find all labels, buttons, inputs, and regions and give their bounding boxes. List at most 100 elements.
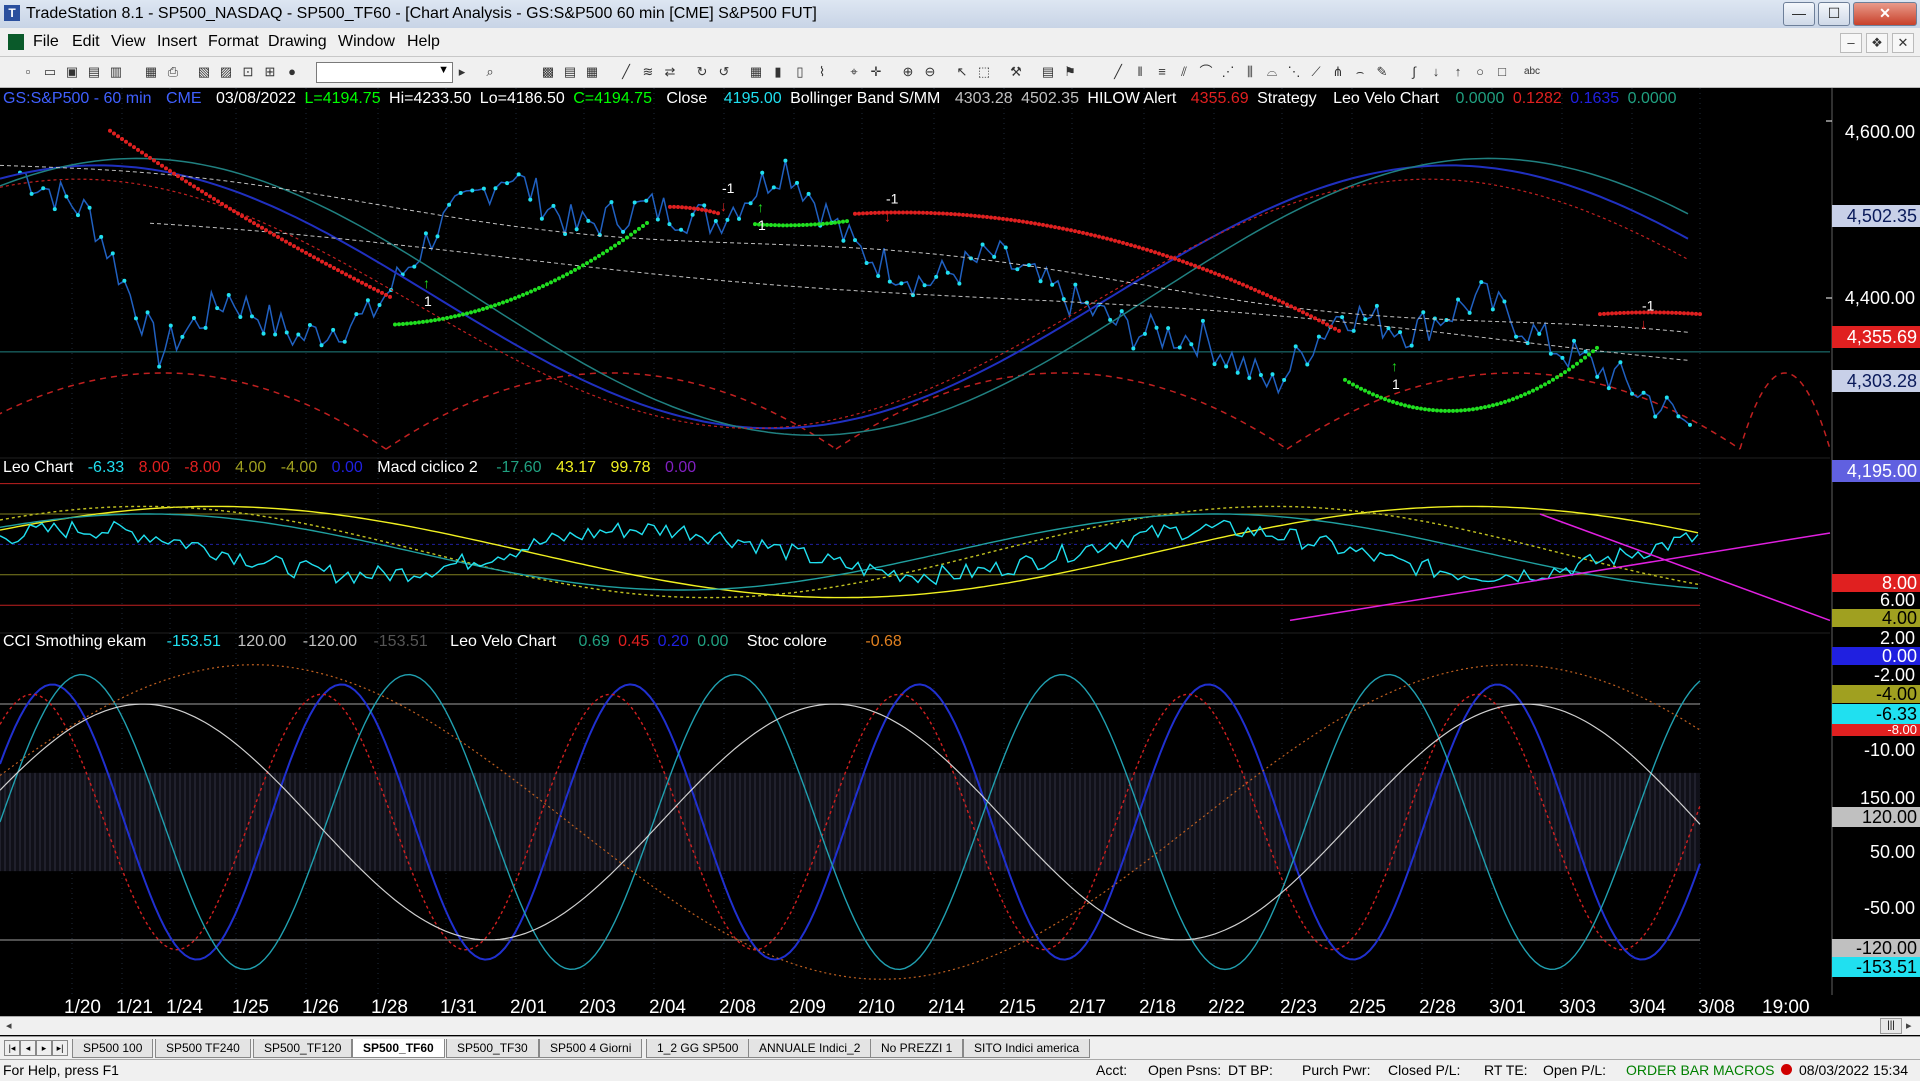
fib-icon[interactable]: ⫼ <box>1242 64 1258 80</box>
plugin-icon[interactable]: ● <box>284 64 300 80</box>
text-tool-icon[interactable]: abc <box>1520 64 1544 80</box>
alert-icon[interactable]: ⚑ <box>1062 64 1078 80</box>
menu-window[interactable]: Window <box>338 33 395 51</box>
rectangle-icon[interactable]: □ <box>1494 64 1510 80</box>
pitchfork-icon[interactable]: ⋔ <box>1330 64 1346 80</box>
sar-dot-red <box>1197 265 1201 270</box>
blue-up-arrow-icon[interactable]: ↑ <box>1450 64 1466 80</box>
sar-dot-red <box>1686 311 1690 316</box>
tab-1-2-gg-sp500[interactable]: 1_2 GG SP500 <box>646 1039 750 1058</box>
scroll-right-icon[interactable]: ▸ <box>1906 1019 1912 1032</box>
fan-icon[interactable]: ⋰ <box>1220 64 1236 80</box>
candle-icon[interactable]: ▯ <box>792 64 808 80</box>
last-tab-icon[interactable]: ▸| <box>52 1040 68 1056</box>
zoom-out-icon[interactable]: ⊖ <box>922 64 938 80</box>
channel-icon[interactable]: ⫽ <box>1176 64 1192 80</box>
save-all-icon[interactable]: ▥ <box>108 64 124 80</box>
tab-sp500-tf30[interactable]: SP500_TF30 <box>446 1039 539 1058</box>
vertical-lines-icon[interactable]: ‖ <box>1132 64 1148 80</box>
menu-help[interactable]: Help <box>407 33 440 51</box>
menu-view[interactable]: View <box>111 33 145 51</box>
tab-sp500-4-giorni[interactable]: SP500 4 Giorni <box>539 1039 643 1058</box>
maximize-button[interactable]: ☐ <box>1818 2 1850 26</box>
red-down-arrow-icon[interactable]: ↓ <box>1428 64 1444 80</box>
menu-drawing[interactable]: Drawing <box>268 33 327 51</box>
tab-annuale-indici-2[interactable]: ANNUALE Indici_2 <box>748 1039 872 1058</box>
line-chart-icon[interactable]: ⌇ <box>814 64 830 80</box>
chart-canvas[interactable]: 1 ↑ 1 ↑ 1 ↑ -1 ↓ -1 ↓ -1 ↓ <box>0 88 1920 998</box>
menu-file[interactable]: File <box>33 33 59 51</box>
trendline-tool-icon[interactable]: ╱ <box>618 64 634 80</box>
refresh-icon[interactable]: ↻ <box>694 64 710 80</box>
tab-no-prezzi-1[interactable]: No PREZZI 1 <box>870 1039 964 1058</box>
tab-sp500-tf120[interactable]: SP500_TF120 <box>253 1039 353 1058</box>
sar-dot-red <box>244 216 248 221</box>
chart-settings-icon[interactable]: ▩ <box>540 64 556 80</box>
close-button[interactable]: ✕ <box>1853 2 1917 26</box>
zoom-in-icon[interactable]: ⊕ <box>900 64 916 80</box>
tab-sp500-tf240[interactable]: SP500 TF240 <box>155 1039 251 1058</box>
ellipse-arc-icon[interactable]: ⌢ <box>1352 64 1368 80</box>
window-title: TradeStation 8.1 - SP500_NASDAQ - SP500_… <box>26 5 817 22</box>
crosshair-icon[interactable]: ✛ <box>868 64 884 80</box>
drawing-line-icon[interactable]: ╱ <box>1110 64 1126 80</box>
first-tab-icon[interactable]: |◂ <box>4 1040 20 1056</box>
cycle-icon[interactable]: ⌓ <box>1264 64 1280 80</box>
close-point <box>64 194 69 199</box>
tab-sp500-tf60[interactable]: SP500_TF60 <box>352 1039 445 1058</box>
data-window-icon[interactable]: ▤ <box>562 64 578 80</box>
gann-icon[interactable]: ⟋ <box>1308 64 1324 80</box>
menu-insert[interactable]: Insert <box>157 33 197 51</box>
horizontal-scrollbar[interactable]: ◂ ||| ▸ <box>0 1016 1920 1035</box>
macros-button[interactable]: MACROS <box>1713 1060 1774 1080</box>
chart-window-icon[interactable] <box>8 34 24 50</box>
indicator-icon[interactable]: ≋ <box>640 64 656 80</box>
order-bar-button[interactable]: ORDER BAR <box>1626 1060 1709 1080</box>
symbol-combo[interactable]: ▼ <box>316 62 453 83</box>
lock-icon[interactable]: ⊡ <box>240 64 256 80</box>
format-window-icon[interactable]: ▧ <box>196 64 212 80</box>
layout-icon[interactable]: ▤ <box>1040 64 1056 80</box>
strategy-icon[interactable]: ⇄ <box>662 64 678 80</box>
bar-type-icon[interactable]: ▮ <box>770 64 786 80</box>
tab-sp500-100[interactable]: SP500 100 <box>72 1039 154 1058</box>
horizontal-lines-icon[interactable]: ≡ <box>1154 64 1170 80</box>
scroll-left-icon[interactable]: ◂ <box>6 1019 12 1032</box>
menu-edit[interactable]: Edit <box>72 33 100 51</box>
cascade-icon[interactable]: ▨ <box>218 64 234 80</box>
curve-icon[interactable]: ∫ <box>1406 64 1422 80</box>
open-workspace-icon[interactable]: ▣ <box>64 64 80 80</box>
scroll-thumb[interactable]: ||| <box>1880 1018 1902 1034</box>
print-preview-icon[interactable]: ▦ <box>143 64 159 80</box>
mdi-minimize-button[interactable]: – <box>1840 33 1862 53</box>
tab-sito-indici-america[interactable]: SITO Indici america <box>963 1039 1091 1058</box>
tools-icon[interactable]: ⚒ <box>1008 64 1024 80</box>
chevron-down-icon[interactable]: ▼ <box>438 64 449 76</box>
grid-icon[interactable]: ▦ <box>584 64 600 80</box>
new-icon[interactable]: ▫ <box>20 64 36 80</box>
speed-lines-icon[interactable]: ⋱ <box>1286 64 1302 80</box>
print-icon[interactable]: ⎙ <box>165 64 181 80</box>
close-point <box>377 302 382 307</box>
prev-tab-icon[interactable]: ◂ <box>20 1040 36 1056</box>
link-icon[interactable]: ⊞ <box>262 64 278 80</box>
open-icon[interactable]: ▭ <box>42 64 58 80</box>
calendar-icon[interactable]: ▦ <box>748 64 764 80</box>
next-tab-icon[interactable]: ▸ <box>36 1040 52 1056</box>
chart-area[interactable]: 1 ↑ 1 ↑ 1 ↑ -1 ↓ -1 ↓ -1 ↓ GS:S&P500 - 60 min CME 0… <box>0 88 1920 998</box>
mdi-close-button[interactable]: ✕ <box>1892 33 1914 53</box>
save-icon[interactable]: ▤ <box>86 64 102 80</box>
replay-icon[interactable]: ↺ <box>716 64 732 80</box>
select-tool-icon[interactable]: ⬚ <box>976 64 992 80</box>
go-arrow-icon[interactable]: ▸ <box>454 64 470 80</box>
zoom-search-icon[interactable]: ⌕ <box>482 64 498 80</box>
menu-format[interactable]: Format <box>208 33 259 51</box>
circle-icon[interactable]: ○ <box>1472 64 1488 80</box>
minimize-button[interactable]: — <box>1783 2 1815 26</box>
pen-icon[interactable]: ✎ <box>1374 64 1390 80</box>
close-point <box>1537 331 1542 336</box>
cursor-tool-icon[interactable]: ⌖ <box>846 64 862 80</box>
arc-icon[interactable]: ⌒ <box>1198 64 1214 80</box>
mdi-restore-button[interactable]: ❖ <box>1866 33 1888 53</box>
pointer-icon[interactable]: ↖ <box>954 64 970 80</box>
